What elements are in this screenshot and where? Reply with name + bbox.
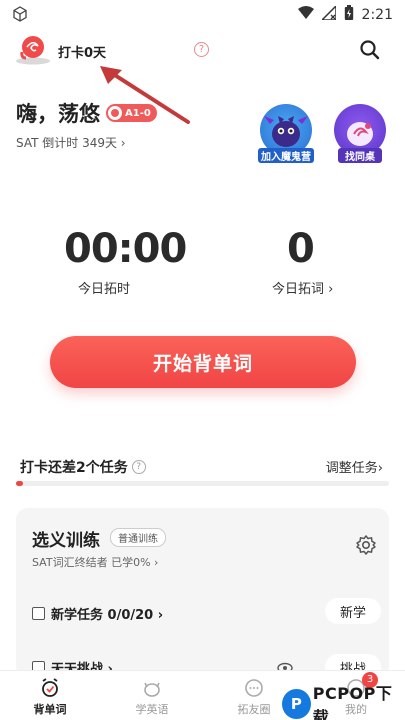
training-card: 选义训练 普通训练 SAT词汇终结者 已学0% › 新学任务 0/0/20 › … — [16, 508, 389, 680]
tasks-title-text: 打卡还差2个任务 — [20, 460, 128, 476]
wifi-icon — [297, 6, 314, 24]
greeting-text: 嗨，荡悠 — [16, 102, 100, 126]
find-deskmate-label: 找同桌 — [338, 148, 382, 163]
search-icon[interactable] — [358, 38, 382, 62]
gear-icon[interactable] — [355, 534, 377, 556]
new-task-label: 新学任务 0/0/20 › — [51, 608, 164, 623]
tab-label: 学英语 — [135, 703, 169, 716]
no-signal-icon — [319, 4, 337, 24]
today-time-value: 00:00 — [64, 226, 187, 272]
start-studying-button[interactable]: 开始背单词 — [50, 336, 356, 388]
today-words-label[interactable]: 今日拓词 › — [272, 278, 333, 297]
level-icon — [108, 106, 122, 120]
chat-bubble-icon — [243, 677, 265, 699]
level-text: A1-0 — [125, 107, 151, 119]
checkin-tasks-title: 打卡还差2个任务 ? — [20, 457, 146, 477]
clock-time: 2:21 — [361, 7, 393, 23]
help-icon[interactable]: ? — [194, 42, 209, 57]
tab-memorize-words[interactable]: 背单词 — [20, 677, 80, 717]
greeting: 嗨，荡悠 A1-0 — [16, 98, 157, 128]
pcpop-logo: P — [282, 689, 311, 719]
tab-label: 背单词 — [33, 703, 67, 716]
card-title: 选义训练 — [32, 531, 100, 551]
pcpop-watermark: P PCPOP下载 — [282, 680, 405, 720]
tasks-progress-bar — [16, 481, 389, 486]
new-learning-button[interactable]: 新学 — [325, 598, 381, 624]
devil-camp-label: 加入魔鬼营 — [258, 148, 314, 163]
status-bar: 2:21 — [0, 0, 405, 28]
today-time-label: 今日拓时 — [78, 282, 131, 297]
training-mode-tag[interactable]: 普通训练 — [110, 528, 166, 547]
pcpop-text: PCPOP下载 — [312, 684, 393, 720]
exam-countdown[interactable]: SAT 倒计时 349天 › — [16, 134, 126, 151]
adjust-tasks-link[interactable]: 调整任务› — [326, 457, 383, 476]
wordbook-progress[interactable]: SAT词汇终结者 已学0% › — [32, 554, 158, 570]
tasks-progress-fill — [16, 481, 24, 486]
tab-label: 拓友圈 — [237, 703, 271, 716]
new-learning-task[interactable]: 新学任务 0/0/20 › — [32, 604, 163, 623]
battery-icon — [344, 5, 354, 25]
cat-icon — [141, 677, 163, 699]
cube-icon — [12, 6, 28, 26]
avatar[interactable] — [14, 32, 52, 66]
checkin-days[interactable]: 打卡0天 — [58, 42, 106, 61]
new-task-checkbox[interactable] — [32, 607, 45, 620]
alarm-clock-icon — [39, 677, 61, 699]
tasks-help-icon[interactable]: ? — [131, 460, 146, 474]
tab-friends-circle[interactable]: 拓友圈 — [224, 677, 284, 717]
tab-learn-english[interactable]: 学英语 — [122, 677, 182, 717]
today-words-value: 0 — [287, 226, 315, 272]
level-badge[interactable]: A1-0 — [106, 104, 157, 122]
